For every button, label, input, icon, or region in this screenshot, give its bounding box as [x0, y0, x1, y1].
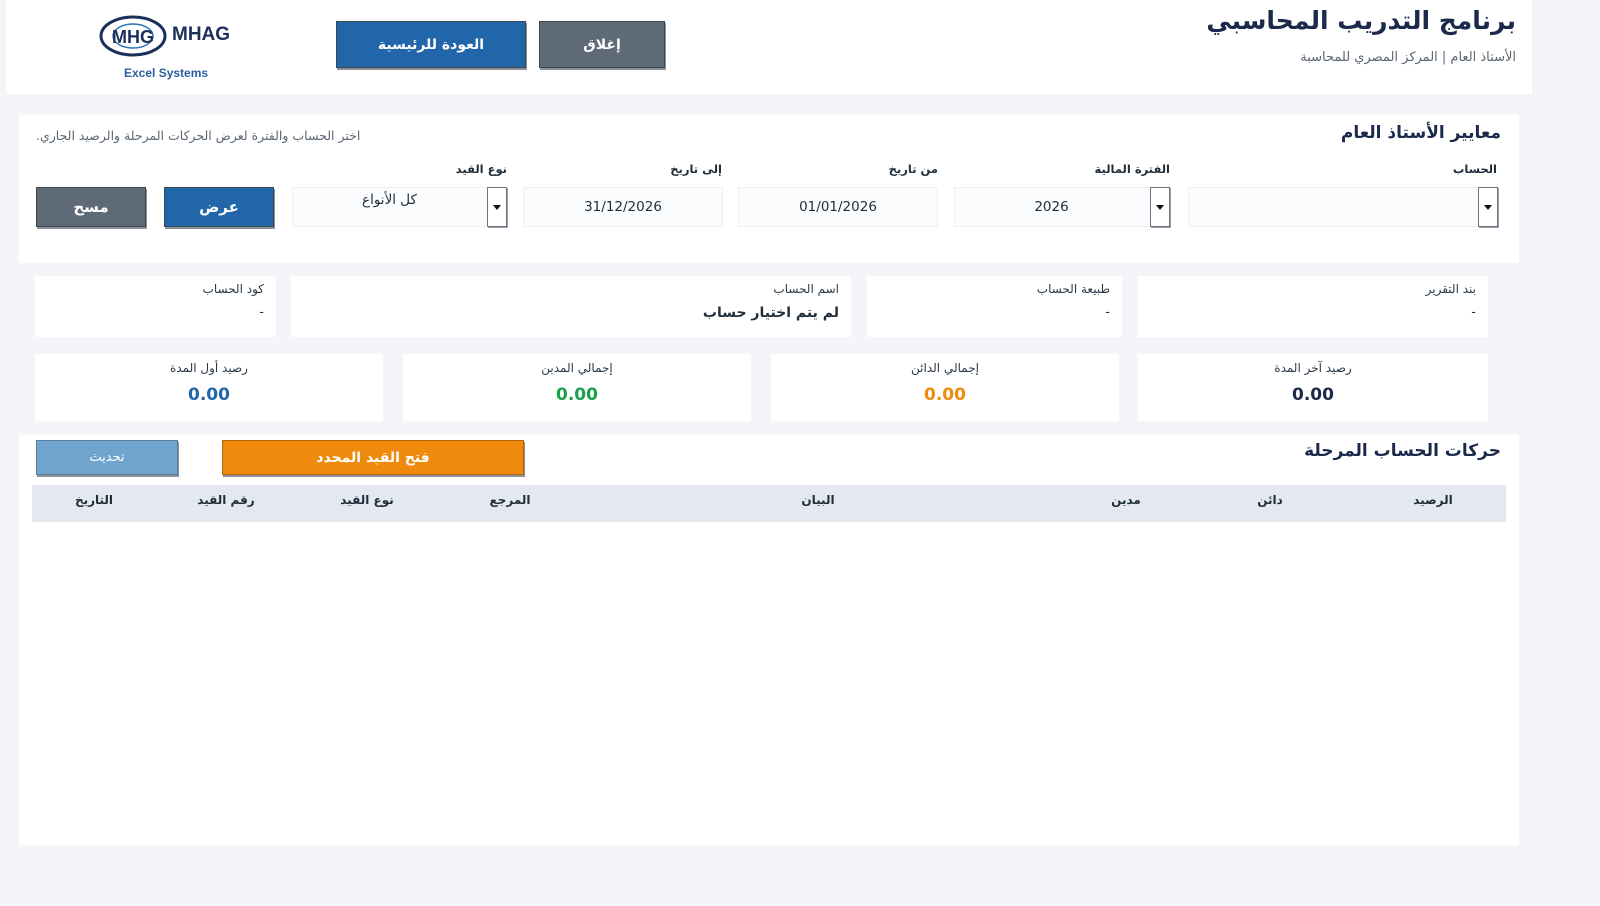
header-bar: برنامج التدريب المحاسبي الأستاذ العام | …: [6, 0, 1532, 94]
report-item-card: بند التقرير -: [1138, 276, 1488, 337]
from-date-label: من تاريخ: [888, 162, 938, 176]
total-debit-card: إجمالي المدين 0.00: [403, 354, 751, 421]
movements-title: حركات الحساب المرحلة: [1304, 441, 1501, 461]
entry-type-select[interactable]: كل الأنواع: [292, 187, 507, 227]
logo-text: MHAG: [172, 24, 231, 45]
criteria-title: معايير الأستاذ العام: [1340, 123, 1501, 143]
app-subtitle: الأستاذ العام | المركز المصري للمحاسبة: [1300, 50, 1516, 65]
to-date-label: إلى تاريخ: [670, 162, 722, 176]
account-code-card: كود الحساب -: [35, 276, 276, 337]
opening-balance-card: رصيد أول المدة 0.00: [35, 354, 383, 421]
total-credit-value: 0.00: [924, 385, 966, 405]
app-title: برنامج التدريب المحاسبي: [1206, 6, 1516, 35]
report-item-value: -: [1471, 305, 1476, 320]
col-header-description: البيان: [801, 493, 835, 507]
home-button[interactable]: العودة للرئيسية: [336, 21, 526, 68]
account-name-value: لم يتم اختيار حساب: [702, 305, 839, 321]
account-nature-value: -: [1105, 305, 1110, 320]
col-header-credit: دائن: [1257, 493, 1283, 507]
entry-type-dropdown-button[interactable]: [487, 187, 507, 227]
period-dropdown-button[interactable]: [1150, 187, 1170, 227]
account-label: الحساب: [1452, 162, 1497, 176]
total-debit-value: 0.00: [556, 385, 598, 405]
col-header-debit: مدين: [1111, 493, 1141, 507]
col-header-date: التاريخ: [74, 493, 114, 507]
report-item-label: بند التقرير: [1425, 282, 1476, 296]
to-date-field[interactable]: 31/12/2026: [523, 187, 723, 227]
movements-panel: حركات الحساب المرحلة فتح القيد المحدد تح…: [19, 435, 1519, 845]
logo-globe-icon: MHG: [99, 15, 167, 57]
chevron-down-icon: [1484, 204, 1492, 210]
clear-button[interactable]: مسح: [36, 187, 146, 227]
account-nature-card: طبيعة الحساب -: [867, 276, 1122, 337]
logo: MHG MHAG Excel Systems: [98, 14, 238, 84]
col-header-entry-type: نوع القيد: [340, 493, 394, 507]
closing-balance-value: 0.00: [1292, 385, 1334, 405]
criteria-panel: معايير الأستاذ العام اختر الحساب والفترة…: [19, 115, 1519, 263]
opening-balance-value: 0.00: [188, 385, 230, 405]
col-header-balance: الرصيد: [1413, 493, 1453, 507]
from-date-field[interactable]: 01/01/2026: [738, 187, 938, 227]
logo-caption: Excel Systems: [124, 66, 209, 80]
account-name-label: اسم الحساب: [773, 282, 839, 296]
refresh-button[interactable]: تحديث: [36, 440, 178, 475]
open-entry-button[interactable]: فتح القيد المحدد: [222, 440, 524, 475]
account-select[interactable]: [1188, 187, 1497, 227]
closing-balance-label: رصيد آخر المدة: [1274, 361, 1352, 375]
col-header-entry-no: رقم القيد: [197, 493, 255, 507]
opening-balance-label: رصيد أول المدة: [170, 361, 248, 375]
total-credit-card: إجمالي الدائن 0.00: [771, 354, 1119, 421]
total-debit-label: إجمالي المدين: [541, 361, 613, 375]
account-dropdown-button[interactable]: [1478, 187, 1498, 227]
movements-table-header: الرصيد دائن مدين البيان المرجع نوع القيد…: [32, 485, 1506, 522]
chevron-down-icon: [1156, 204, 1164, 210]
account-code-value: -: [259, 305, 264, 320]
svg-text:MHG: MHG: [112, 27, 154, 47]
criteria-hint: اختر الحساب والفترة لعرض الحركات المرحلة…: [36, 128, 361, 143]
period-select[interactable]: 2026: [954, 187, 1169, 227]
entry-type-label: نوع القيد: [455, 162, 507, 176]
close-button[interactable]: إغلاق: [539, 21, 665, 68]
account-name-card: اسم الحساب لم يتم اختيار حساب: [291, 276, 851, 337]
account-nature-label: طبيعة الحساب: [1036, 282, 1110, 296]
period-label: الفترة المالية: [1094, 162, 1170, 176]
closing-balance-card: رصيد آخر المدة 0.00: [1138, 354, 1488, 421]
movements-table-body: [32, 522, 1506, 832]
col-header-reference: المرجع: [489, 493, 531, 507]
show-button[interactable]: عرض: [164, 187, 274, 227]
total-credit-label: إجمالي الدائن: [911, 361, 979, 375]
chevron-down-icon: [493, 204, 501, 210]
account-code-label: كود الحساب: [202, 282, 264, 296]
